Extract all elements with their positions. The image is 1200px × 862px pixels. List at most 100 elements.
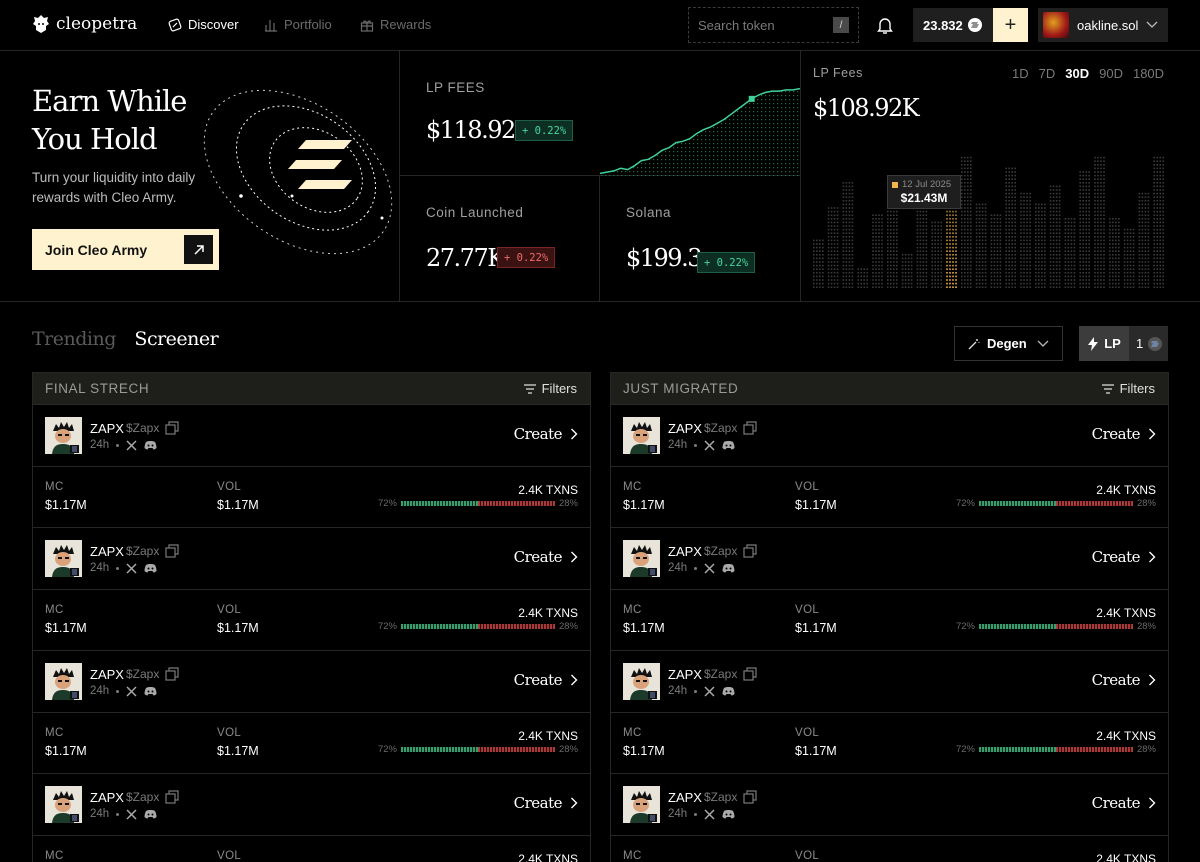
- chart-bar[interactable]: [1049, 185, 1061, 288]
- copy-icon[interactable]: [165, 667, 179, 681]
- lp-toggle[interactable]: LP 1: [1079, 326, 1168, 361]
- create-button[interactable]: Create: [514, 548, 578, 566]
- nav-portfolio[interactable]: Portfolio: [264, 17, 332, 32]
- range-1d[interactable]: 1D: [1012, 66, 1029, 81]
- discord-icon[interactable]: [144, 563, 157, 573]
- chart-bar[interactable]: [827, 207, 839, 288]
- create-button[interactable]: Create: [514, 425, 578, 443]
- x-twitter-icon[interactable]: [704, 808, 715, 820]
- chart-bar[interactable]: [1094, 156, 1105, 288]
- create-button[interactable]: Create: [1092, 548, 1156, 566]
- chart-bar[interactable]: [975, 203, 987, 288]
- buy-sell-ratio: 72% 28%: [378, 744, 578, 755]
- tab-screener[interactable]: Screener: [134, 328, 218, 350]
- discord-icon[interactable]: [722, 563, 735, 573]
- x-twitter-icon[interactable]: [126, 808, 137, 820]
- chart-bar[interactable]: [1153, 156, 1164, 288]
- create-button[interactable]: Create: [514, 671, 578, 689]
- discord-icon[interactable]: [722, 809, 735, 819]
- chart-bar[interactable]: [857, 268, 868, 288]
- create-button-label: Create: [513, 548, 563, 566]
- create-button[interactable]: Create: [1092, 671, 1156, 689]
- range-7d[interactable]: 7D: [1039, 66, 1056, 81]
- user-menu[interactable]: oakline.sol: [1038, 8, 1168, 42]
- x-twitter-icon[interactable]: [126, 562, 137, 574]
- chart-bar[interactable]: [1123, 228, 1135, 288]
- token-meta: 24h: [90, 439, 157, 451]
- chart-bar[interactable]: [1005, 167, 1016, 288]
- create-button[interactable]: Create: [514, 794, 578, 812]
- x-twitter-icon[interactable]: [126, 685, 137, 697]
- copy-icon[interactable]: [743, 421, 757, 435]
- x-twitter-icon[interactable]: [126, 439, 137, 451]
- chart-bar[interactable]: [931, 221, 942, 288]
- copy-icon[interactable]: [165, 544, 179, 558]
- copy-icon[interactable]: [743, 790, 757, 804]
- x-twitter-icon[interactable]: [704, 562, 715, 574]
- discord-icon[interactable]: [144, 686, 157, 696]
- chart-bar[interactable]: [1138, 192, 1150, 288]
- discord-icon[interactable]: [144, 440, 157, 450]
- token-row[interactable]: ZAPX $Zapx 24h Create MC $1.17M VOL $1.1…: [611, 774, 1168, 862]
- wallet-balance[interactable]: 23.832: [913, 8, 993, 42]
- nav-rewards[interactable]: Rewards: [360, 17, 431, 32]
- chart-bar[interactable]: [1035, 203, 1046, 288]
- copy-icon[interactable]: [743, 667, 757, 681]
- notifications-bell-icon[interactable]: [876, 15, 894, 35]
- add-funds-button[interactable]: +: [993, 8, 1028, 42]
- token-meta: 24h: [90, 562, 157, 574]
- chevron-right-icon: [1149, 428, 1156, 440]
- token-name: ZAPX: [90, 790, 124, 805]
- chart-bar[interactable]: [842, 182, 854, 288]
- chart-bar[interactable]: [872, 214, 883, 288]
- create-button[interactable]: Create: [1092, 794, 1156, 812]
- token-row[interactable]: ZAPX $Zapx 24h Create MC $1.17M VOL $1.1…: [611, 528, 1168, 651]
- create-button[interactable]: Create: [1092, 425, 1156, 443]
- token-row[interactable]: ZAPX $Zapx 24h Create MC $1.17M VOL $1.1…: [33, 651, 590, 774]
- create-button-label: Create: [1091, 425, 1141, 443]
- separator-dot: [694, 689, 698, 693]
- copy-icon[interactable]: [743, 544, 757, 558]
- chart-bar[interactable]: [887, 207, 898, 288]
- nav-discover[interactable]: Discover: [168, 17, 239, 32]
- copy-icon[interactable]: [165, 790, 179, 804]
- chart-bar[interactable]: [813, 239, 824, 288]
- tab-trending[interactable]: Trending: [32, 328, 116, 350]
- filters-button[interactable]: Filters: [1101, 381, 1155, 396]
- token-row[interactable]: ZAPX $Zapx 24h Create MC $1.17M VOL $1.1…: [33, 528, 590, 651]
- range-180d[interactable]: 180D: [1133, 66, 1164, 81]
- lp-toggle-active[interactable]: LP: [1079, 326, 1129, 361]
- token-avatar: [45, 540, 82, 577]
- x-twitter-icon[interactable]: [704, 439, 715, 451]
- discord-icon[interactable]: [144, 809, 157, 819]
- token-ticker: $Zapx: [704, 544, 738, 558]
- chart-bar[interactable]: [1109, 218, 1120, 288]
- filters-button[interactable]: Filters: [523, 381, 577, 396]
- discord-icon[interactable]: [722, 686, 735, 696]
- create-button-label: Create: [513, 425, 563, 443]
- search-box[interactable]: /: [688, 7, 859, 43]
- coin-launched-change-badge: + 0.22%: [497, 247, 556, 268]
- sell-portion: [477, 501, 555, 506]
- chart-bar[interactable]: [1020, 192, 1031, 288]
- degen-mode-dropdown[interactable]: Degen: [954, 326, 1063, 361]
- search-input[interactable]: [698, 17, 825, 33]
- x-twitter-icon[interactable]: [704, 685, 715, 697]
- range-30d[interactable]: 30D: [1065, 66, 1089, 81]
- chart-bar[interactable]: [990, 214, 1002, 288]
- chart-bar[interactable]: [1064, 218, 1076, 288]
- chart-bar[interactable]: [901, 254, 913, 288]
- token-row[interactable]: ZAPX $Zapx 24h Create MC $1.17M VOL $1.1…: [611, 405, 1168, 528]
- brand-logo[interactable]: cleopetra: [32, 14, 137, 34]
- token-row[interactable]: ZAPX $Zapx 24h Create MC $1.17M VOL $1.1…: [611, 651, 1168, 774]
- chart-bar[interactable]: [961, 156, 972, 288]
- filters-label: Filters: [541, 381, 577, 396]
- range-90d[interactable]: 90D: [1099, 66, 1123, 81]
- token-row[interactable]: ZAPX $Zapx 24h Create MC $1.17M VOL $1.1…: [33, 405, 590, 528]
- discord-icon[interactable]: [722, 440, 735, 450]
- final-stretch-panel: FINAL STRECH Filters ZAPX $Zapx 24h Crea…: [32, 372, 591, 862]
- token-row[interactable]: ZAPX $Zapx 24h Create MC $1.17M VOL $1.1…: [33, 774, 590, 862]
- copy-icon[interactable]: [165, 421, 179, 435]
- chart-bar[interactable]: [1079, 171, 1090, 288]
- buy-sell-ratio: 72% 28%: [956, 744, 1156, 755]
